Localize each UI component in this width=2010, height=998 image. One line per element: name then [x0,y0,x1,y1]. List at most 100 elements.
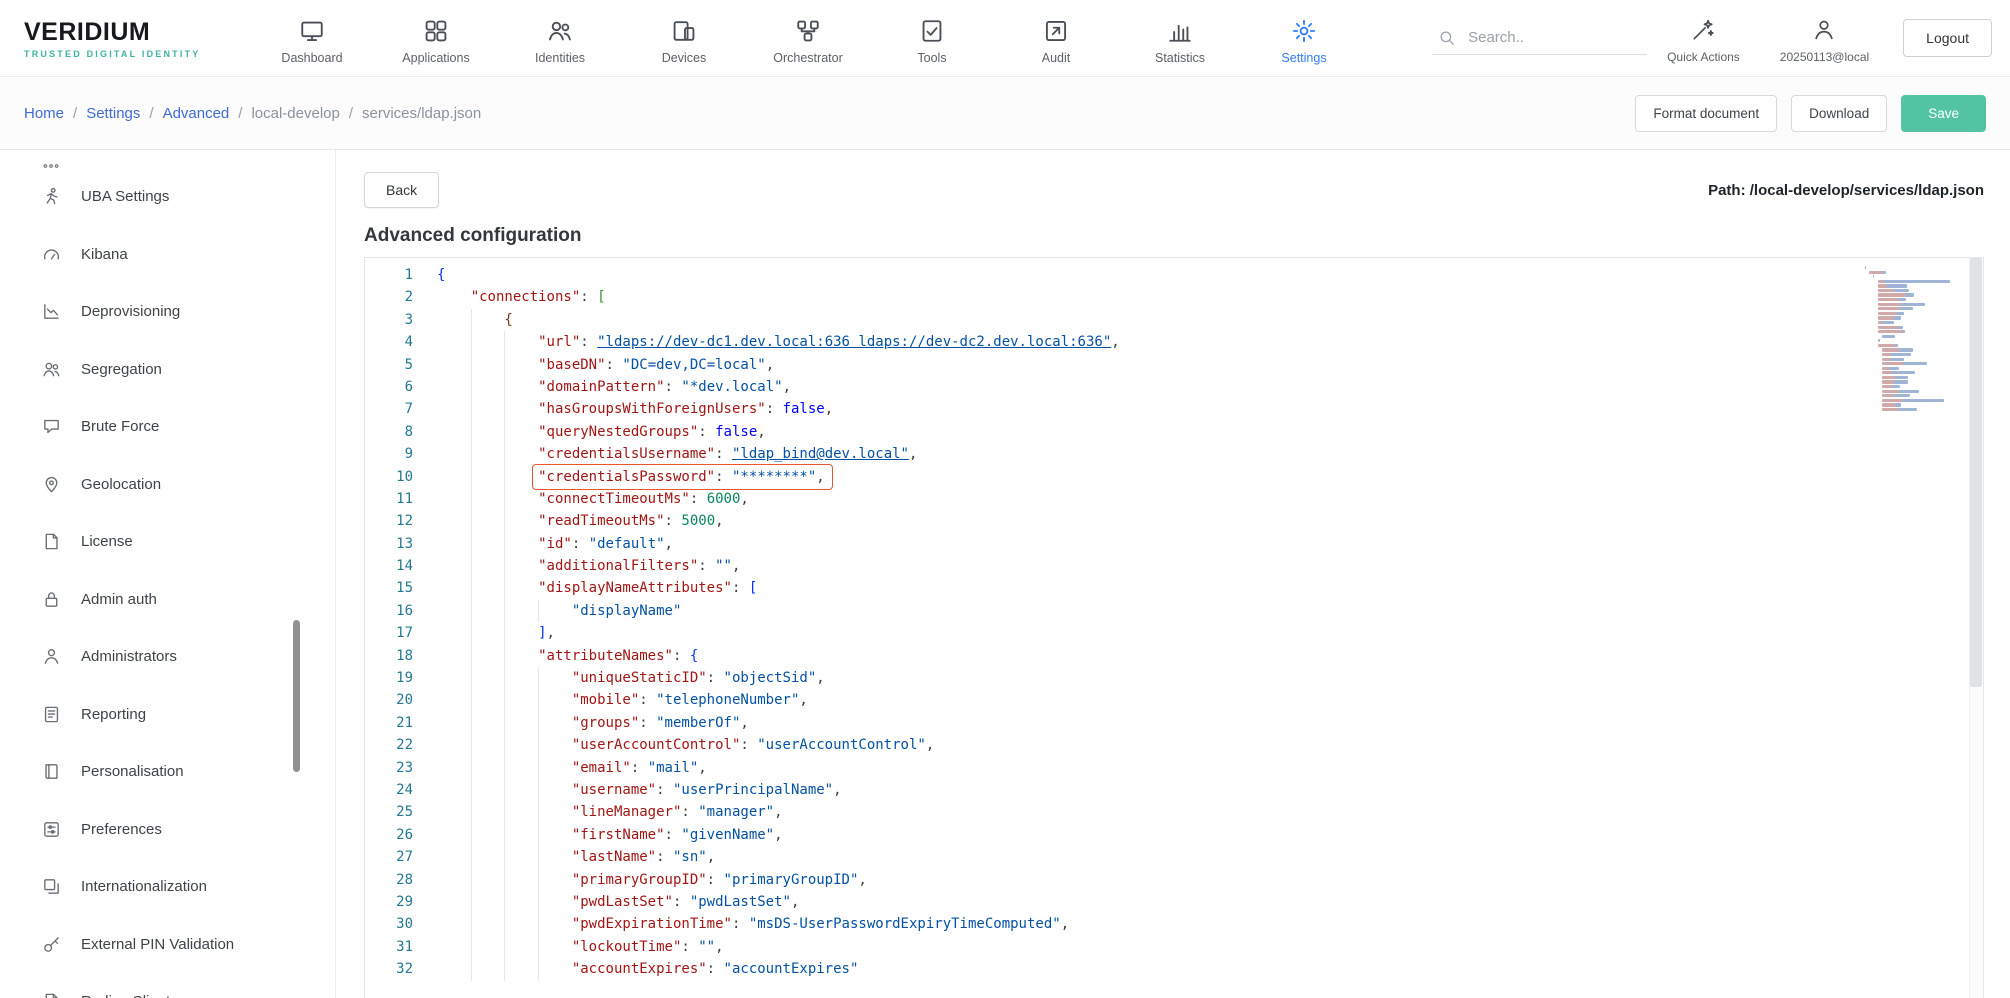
code-line-23[interactable]: 23"email": "mail", [365,757,1983,779]
logout-button[interactable]: Logout [1903,19,1992,57]
line-number: 19 [365,667,413,689]
code-line-6[interactable]: 6"domainPattern": "*dev.local", [365,376,1983,398]
sidebar-item-deprovisioning[interactable]: Deprovisioning [0,283,302,341]
sidebar-item-preferences[interactable]: Preferences [0,801,302,859]
back-button[interactable]: Back [364,172,439,208]
nav-item-label: Settings [1281,51,1326,65]
line-number: 11 [365,488,413,510]
breadcrumb-item-advanced[interactable]: Advanced [163,105,230,122]
person-icon [42,647,61,666]
minimap-line [1878,321,1895,324]
minimap-line [1882,399,1944,402]
file-path: Path: /local-develop/services/ldap.json [1708,182,1984,199]
users-icon [42,360,61,379]
ellipsis-icon [42,157,60,168]
breadcrumb-item-home[interactable]: Home [24,105,64,122]
line-number: 15 [365,577,413,599]
line-number: 14 [365,555,413,577]
nav-item-settings[interactable]: Settings [1242,12,1366,65]
nav-item-orchestrator[interactable]: Orchestrator [746,12,870,65]
search-input[interactable] [1468,29,1623,46]
nav-item-applications[interactable]: Applications [374,12,498,65]
code-line-11[interactable]: 11"connectTimeoutMs": 6000, [365,488,1983,510]
code-line-9[interactable]: 9"credentialsUsername": "ldap_bind@dev.l… [365,443,1983,465]
code-line-2[interactable]: 2"connections": [ [365,286,1983,308]
sidebar-item-brute-force[interactable]: Brute Force [0,398,302,456]
code-line-24[interactable]: 24"username": "userPrincipalName", [365,779,1983,801]
code-line-1[interactable]: 1{ [365,264,1983,286]
sidebar-item-segregation[interactable]: Segregation [0,341,302,399]
editor-scrollbar[interactable] [1969,258,1983,998]
code-line-29[interactable]: 29"pwdLastSet": "pwdLastSet", [365,891,1983,913]
sidebar-item-external-pin-validation[interactable]: External PIN Validation [0,916,302,974]
breadcrumb-item-settings[interactable]: Settings [86,105,140,122]
minimap-line [1865,266,1866,269]
sidebar-item-administrators[interactable]: Administrators [0,628,302,686]
sidebar-item-uba-settings[interactable]: UBA Settings [0,168,302,226]
format-document-button[interactable]: Format document [1635,95,1777,132]
download-button[interactable]: Download [1791,95,1887,132]
code-line-7[interactable]: 7"hasGroupsWithForeignUsers": false, [365,398,1983,420]
line-number: 29 [365,891,413,913]
nav-item-devices[interactable]: Devices [622,12,746,65]
code-line-19[interactable]: 19"uniqueStaticID": "objectSid", [365,667,1983,689]
sidebar-item-label: Geolocation [81,476,161,493]
code-line-12[interactable]: 12"readTimeoutMs": 5000, [365,510,1983,532]
sidebar-item-reporting[interactable]: Reporting [0,686,302,744]
quick-actions-button[interactable]: Quick Actions [1647,12,1760,64]
code-line-17[interactable]: 17], [365,622,1983,644]
sidebar-item-admin-auth[interactable]: Admin auth [0,571,302,629]
sidebar-item-radius-client[interactable]: Radius Client [0,973,302,998]
nav-item-dashboard[interactable]: Dashboard [250,12,374,65]
gear-icon [1291,18,1317,44]
code-line-13[interactable]: 13"id": "default", [365,533,1983,555]
code-line-10[interactable]: 10"credentialsPassword": "********", [365,466,1983,488]
line-number: 8 [365,421,413,443]
pin-icon [42,475,61,494]
code-line-5[interactable]: 5"baseDN": "DC=dev,DC=local", [365,354,1983,376]
code-line-4[interactable]: 4"url": "ldaps://dev-dc1.dev.local:636 l… [365,331,1983,353]
editor-header-row: Back Path: /local-develop/services/ldap.… [364,172,1984,208]
code-line-15[interactable]: 15"displayNameAttributes": [ [365,577,1983,599]
sidebar-item-internationalization[interactable]: Internationalization [0,858,302,916]
code-line-14[interactable]: 14"additionalFilters": "", [365,555,1983,577]
grid-icon [423,18,449,44]
minimap-line [1882,394,1910,397]
code-line-30[interactable]: 30"pwdExpirationTime": "msDS-UserPasswor… [365,913,1983,935]
sidebar-item-license[interactable]: License [0,513,302,571]
code-line-20[interactable]: 20"mobile": "telephoneNumber", [365,689,1983,711]
global-search[interactable] [1432,22,1647,55]
code-line-3[interactable]: 3{ [365,309,1983,331]
code-line-32[interactable]: 32"accountExpires": "accountExpires" [365,958,1983,980]
code-line-28[interactable]: 28"primaryGroupID": "primaryGroupID", [365,869,1983,891]
json-code-editor[interactable]: 1{2"connections": [3{4"url": "ldaps://de… [364,257,1984,998]
code-line-21[interactable]: 21"groups": "memberOf", [365,712,1983,734]
editor-minimap[interactable] [1865,266,1961,413]
nav-item-statistics[interactable]: Statistics [1118,12,1242,65]
code-line-18[interactable]: 18"attributeNames": { [365,645,1983,667]
code-line-22[interactable]: 22"userAccountControl": "userAccountCont… [365,734,1983,756]
code-line-27[interactable]: 27"lastName": "sn", [365,846,1983,868]
code-line-25[interactable]: 25"lineManager": "manager", [365,801,1983,823]
nav-item-tools[interactable]: Tools [870,12,994,65]
code-line-8[interactable]: 8"queryNestedGroups": false, [365,421,1983,443]
save-button[interactable]: Save [1901,95,1986,132]
nav-item-audit[interactable]: Audit [994,12,1118,65]
sidebar-item-personalisation[interactable]: Personalisation [0,743,302,801]
minimap-line [1878,280,1950,283]
nav-item-identities[interactable]: Identities [498,12,622,65]
code-line-16[interactable]: 16"displayName" [365,600,1983,622]
export-icon [1043,18,1069,44]
sidebar-scrollbar[interactable] [293,620,300,772]
line-number: 5 [365,354,413,376]
minimap-line [1882,358,1904,361]
sidebar-item-kibana[interactable]: Kibana [0,226,302,284]
minimap-line [1882,403,1901,406]
chart-down-icon [42,302,61,321]
user-menu[interactable]: 20250113@local [1760,12,1889,64]
code-line-26[interactable]: 26"firstName": "givenName", [365,824,1983,846]
sidebar-item-geolocation[interactable]: Geolocation [0,456,302,514]
code-line-31[interactable]: 31"lockoutTime": "", [365,936,1983,958]
editor-scrollbar-thumb[interactable] [1970,258,1982,687]
clipboard-check-icon [919,18,945,44]
